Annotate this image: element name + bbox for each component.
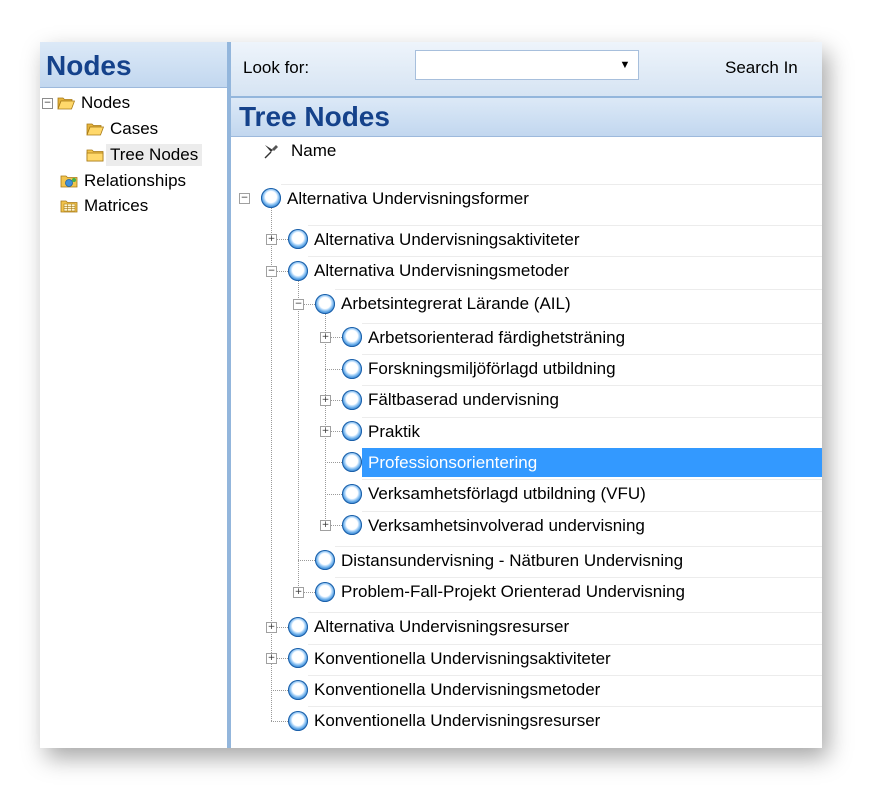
- tree-node-label: Konventionella Undervisningsresurser: [308, 706, 822, 735]
- tree-connector-line: [271, 689, 288, 691]
- content-pane: Look for: ▼ Search In Tree Nodes Name − A…: [229, 42, 822, 748]
- tree-node-row[interactable]: Arbetsorienterad färdighetsträning: [342, 322, 822, 352]
- column-name-label: Name: [291, 141, 337, 160]
- find-bar: Look for: ▼ Search In: [231, 42, 822, 98]
- tree-node-label: Konventionella Undervisningsmetoder: [308, 675, 822, 704]
- tree-node-icon: [288, 679, 308, 700]
- tree-node-row[interactable]: Praktik: [342, 416, 822, 446]
- tree-node-row[interactable]: Konventionella Undervisningsresurser: [288, 706, 822, 735]
- tree-node-icon: [288, 648, 308, 669]
- relationships-icon: [60, 175, 78, 188]
- tree-node-icon: [288, 229, 308, 250]
- tree-node-label: Verksamhetsinvolverad undervisning: [362, 510, 822, 540]
- tree-node-label: Praktik: [362, 416, 822, 446]
- tree-node-icon: [342, 452, 362, 473]
- tree-node-icon: [288, 710, 308, 731]
- nav-item-label: Cases: [110, 119, 159, 138]
- tree-node-icon: [342, 389, 362, 410]
- folder-icon: [86, 149, 104, 162]
- tree-node-row[interactable]: Fältbaserad undervisning: [342, 385, 822, 414]
- nvivo-window: Nodes − Nodes Cases Tree Nodes Relations…: [40, 42, 822, 748]
- collapse-toggle-icon[interactable]: −: [266, 265, 277, 277]
- tree-node-row[interactable]: Verksamhetsinvolverad undervisning: [342, 510, 822, 540]
- tree-node-row[interactable]: Problem-Fall-Projekt Orienterad Undervis…: [315, 577, 822, 606]
- open-folder-icon: [57, 97, 75, 110]
- tree-node-row[interactable]: Alternativa Undervisningsmetoder: [288, 256, 822, 285]
- tree-connector-line: [271, 208, 272, 721]
- tree-node-icon: [315, 293, 335, 314]
- tree-node-icon: [315, 581, 335, 602]
- open-folder-icon: [86, 123, 104, 136]
- tree-node-row[interactable]: Verksamhetsförlagd utbildning (VFU): [342, 479, 822, 508]
- tree-node-row[interactable]: Forskningsmiljöförlagd utbildning: [342, 354, 822, 383]
- tree-connector-line: [271, 720, 288, 722]
- tree-node-icon: [288, 260, 308, 281]
- tree-node-label: Forskningsmiljöförlagd utbildning: [362, 354, 822, 383]
- tree-node-label: Fältbaserad undervisning: [362, 385, 822, 414]
- expand-toggle-icon[interactable]: +: [320, 394, 331, 406]
- tree-node-label: Konventionella Undervisningsaktiviteter: [308, 643, 822, 673]
- nav-item-cases[interactable]: Cases: [86, 118, 162, 140]
- tree-node-row[interactable]: Arbetsintegrerat Lärande (AIL): [315, 289, 822, 318]
- tree-node-row[interactable]: Alternativa Undervisningsformer: [261, 183, 822, 213]
- tree-node-icon: [288, 616, 308, 637]
- expand-toggle-icon[interactable]: +: [320, 520, 331, 531]
- tree-node-row[interactable]: Alternativa Undervisningsaktiviteter: [288, 224, 822, 254]
- nav-title: Nodes: [40, 42, 227, 88]
- navigation-pane: Nodes − Nodes Cases Tree Nodes Relations…: [40, 42, 229, 748]
- tree-node-label: Problem-Fall-Projekt Orienterad Undervis…: [335, 577, 822, 606]
- tree-node-label: Alternativa Undervisningsformer: [281, 183, 822, 213]
- nav-item-matrices[interactable]: Matrices: [60, 195, 152, 217]
- search-in-button[interactable]: Search In: [725, 58, 798, 78]
- tree-node-label: Arbetsintegrerat Lärande (AIL): [335, 289, 822, 318]
- nav-item-label: Nodes: [81, 93, 131, 112]
- tree-node-label: Alternativa Undervisningsaktiviteter: [308, 224, 822, 254]
- nav-item-label: Matrices: [84, 196, 149, 215]
- nav-item-relationships[interactable]: Relationships: [60, 170, 190, 192]
- tree-node-label: Alternativa Undervisningsresurser: [308, 612, 822, 641]
- nav-item-nodes[interactable]: − Nodes: [42, 92, 134, 114]
- tree-node-icon: [261, 188, 281, 208]
- look-for-label: Look for:: [243, 58, 310, 77]
- tree-node-row[interactable]: Professionsorientering: [342, 447, 822, 477]
- tree-node-row[interactable]: Konventionella Undervisningsaktiviteter: [288, 643, 822, 673]
- collapse-toggle-icon[interactable]: −: [239, 193, 250, 204]
- tree-node-icon: [342, 515, 362, 535]
- tree-connector-line: [298, 560, 315, 562]
- tree-node-label: Verksamhetsförlagd utbildning (VFU): [362, 479, 822, 508]
- chevron-down-icon[interactable]: ▼: [612, 51, 638, 79]
- tree-node-label: Distansundervisning - Nätburen Undervisn…: [335, 545, 822, 575]
- tree-node-row[interactable]: Konventionella Undervisningsmetoder: [288, 675, 822, 704]
- expand-toggle-icon[interactable]: +: [266, 653, 277, 665]
- tree-node-icon: [342, 358, 362, 379]
- tree-node-row[interactable]: Distansundervisning - Nätburen Undervisn…: [315, 545, 822, 575]
- expand-toggle-icon[interactable]: +: [320, 332, 331, 344]
- tree-connector-line: [325, 368, 342, 370]
- tree-node-row[interactable]: Alternativa Undervisningsresurser: [288, 612, 822, 641]
- matrices-icon: [60, 200, 78, 213]
- collapse-toggle-icon[interactable]: −: [42, 97, 53, 109]
- tree-node-label: Professionsorientering: [362, 447, 822, 477]
- tree-nodes-title: Tree Nodes: [231, 98, 822, 137]
- tree-connector-line: [298, 280, 299, 592]
- tree-connector-line: [325, 493, 342, 495]
- expand-toggle-icon[interactable]: +: [266, 621, 277, 633]
- column-header[interactable]: Name: [231, 138, 822, 164]
- nav-item-tree-nodes[interactable]: Tree Nodes: [86, 144, 203, 166]
- tree-node-icon: [342, 327, 362, 348]
- tree-connector-line: [325, 462, 342, 464]
- tree-node-label: Arbetsorienterad färdighetsträning: [362, 322, 822, 352]
- nav-item-label: Tree Nodes: [106, 144, 203, 166]
- tree-node-icon: [315, 550, 335, 571]
- look-for-input[interactable]: ▼: [415, 50, 639, 80]
- expand-toggle-icon[interactable]: +: [320, 426, 331, 438]
- tree-node-label: Alternativa Undervisningsmetoder: [308, 256, 822, 285]
- expand-toggle-icon[interactable]: +: [293, 586, 304, 598]
- expand-toggle-icon[interactable]: +: [266, 234, 277, 246]
- collapse-toggle-icon[interactable]: −: [293, 298, 304, 310]
- tree-node-icon: [342, 421, 362, 442]
- pin-icon[interactable]: [261, 141, 281, 161]
- nav-item-label: Relationships: [84, 171, 187, 190]
- tree-node-icon: [342, 483, 362, 504]
